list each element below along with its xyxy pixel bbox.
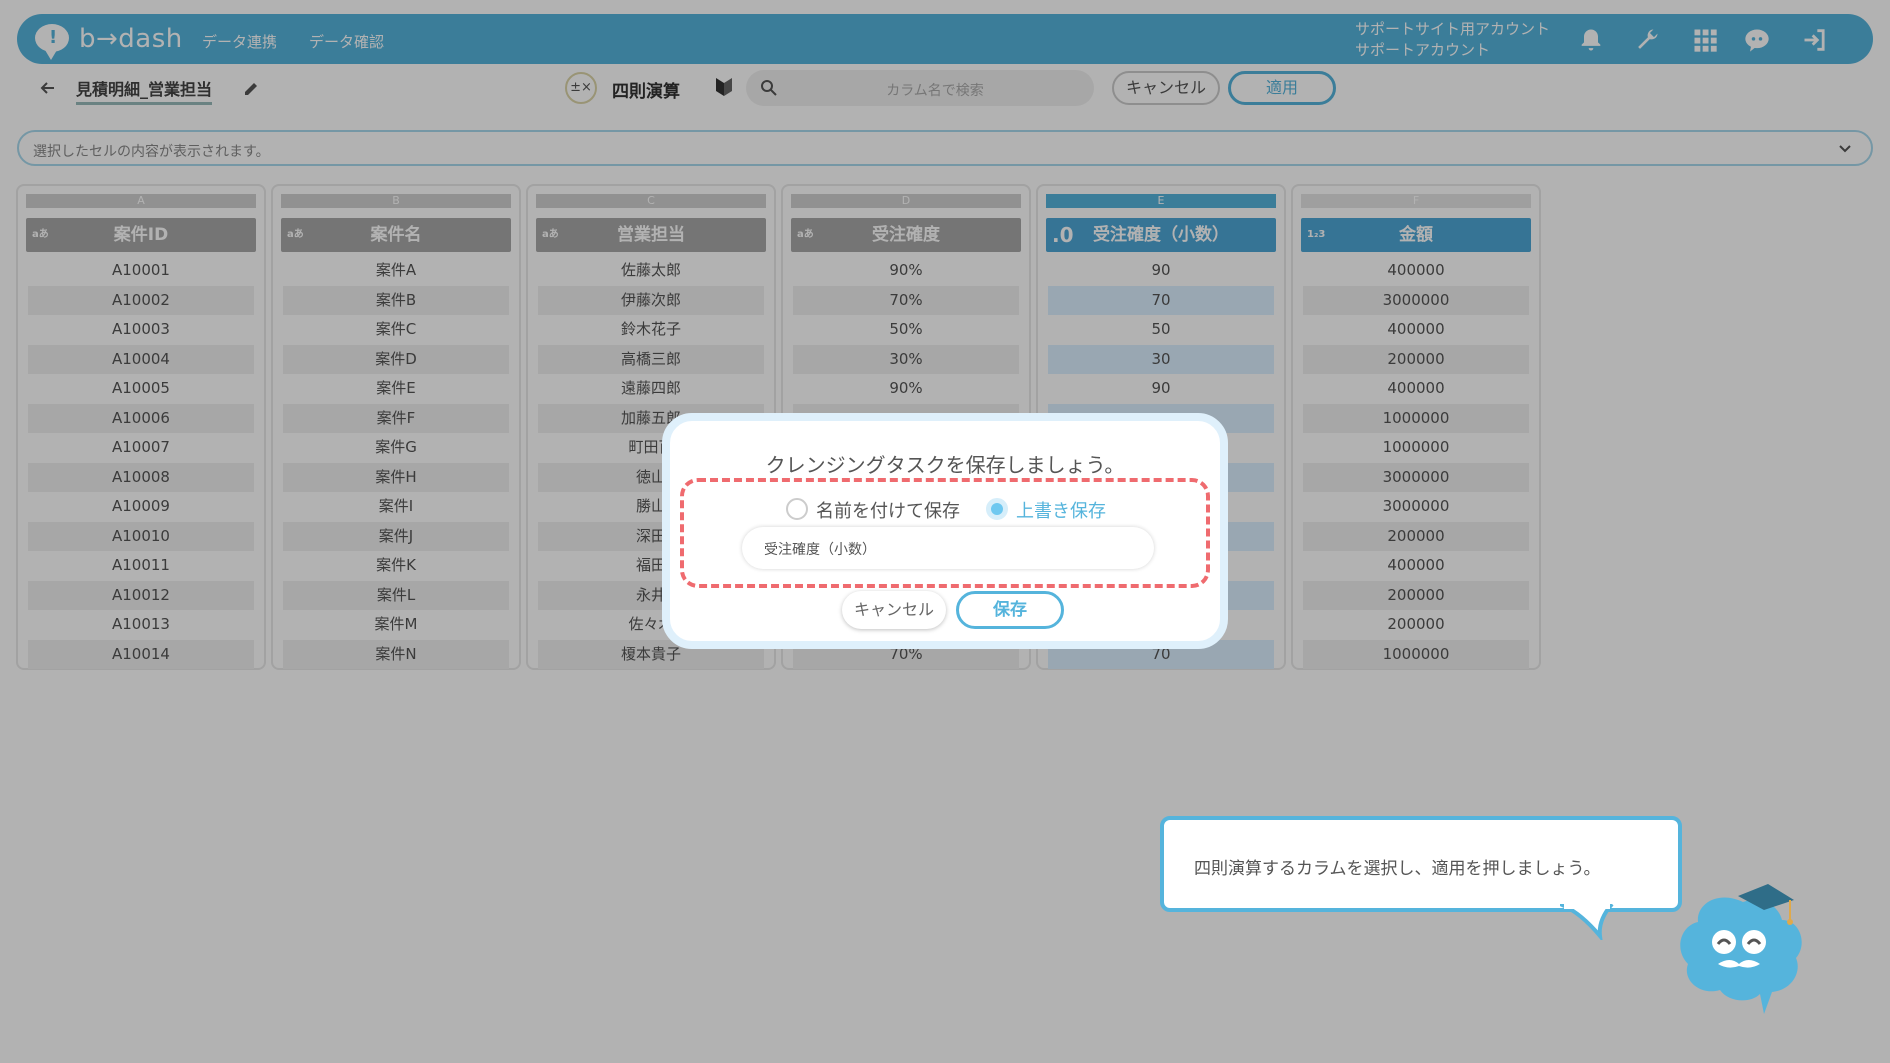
radio-circle-selected[interactable]: [986, 498, 1008, 520]
mascot-brain-icon: [1680, 884, 1802, 1014]
save-task-dialog: クレンジングタスクを保存しましょう。 名前を付けて保存 上書き保存 受注確度（小…: [662, 413, 1228, 649]
task-name-value: 受注確度（小数）: [764, 542, 876, 558]
dialog-title: クレンジングタスクを保存しましょう。: [765, 453, 1125, 477]
task-name-field[interactable]: 受注確度（小数）: [742, 527, 1154, 569]
dialog-save-button[interactable]: 保存: [956, 591, 1064, 629]
radio-circle[interactable]: [786, 498, 808, 520]
tip-tail: [1560, 904, 1614, 940]
tutorial-tip-bubble: 四則演算するカラムを選択し、適用を押しましょう。: [1160, 816, 1682, 912]
dialog-cancel-button[interactable]: キャンセル: [842, 591, 946, 629]
tip-text: 四則演算するカラムを選択し、適用を押しましょう。: [1194, 859, 1601, 879]
radio-label: 名前を付けて保存: [816, 501, 960, 522]
radio-label: 上書き保存: [1016, 501, 1106, 522]
